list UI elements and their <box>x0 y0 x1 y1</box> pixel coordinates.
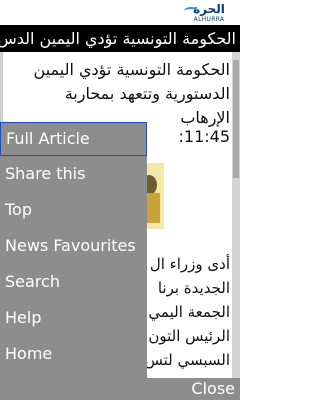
article-time: :11:45 <box>178 127 231 146</box>
logo-swoosh-icon <box>184 7 198 15</box>
brand-english-name: ALHURRA <box>193 16 225 23</box>
close-button[interactable]: Close <box>191 378 235 400</box>
options-menu: Full Article Share this Top News Favouri… <box>0 122 147 378</box>
headline-bar[interactable]: الحكومة التونسية تؤدي اليمين الدس <box>0 25 240 52</box>
flag-image-icon <box>146 193 160 223</box>
menu-item-search[interactable]: Search <box>0 266 147 300</box>
headline-text: الحكومة التونسية تؤدي اليمين الدس <box>0 29 236 48</box>
article-title: الحكومة التونسية تؤدي اليمين الدستورية و… <box>33 60 230 127</box>
menu-item-full-article[interactable]: Full Article <box>0 122 147 156</box>
scrollbar-thumb[interactable] <box>233 60 239 178</box>
bottom-softkey-bar: Close <box>0 378 240 400</box>
menu-item-news-favourites[interactable]: News Favourites <box>0 230 147 264</box>
menu-item-help[interactable]: Help <box>0 302 147 336</box>
menu-item-top[interactable]: Top <box>0 194 147 228</box>
alhurra-logo: الحرة ALHURRA <box>182 2 236 24</box>
menu-item-share-this[interactable]: Share this <box>0 158 147 192</box>
top-strip: الحرة ALHURRA <box>0 0 240 25</box>
menu-item-home[interactable]: Home <box>0 338 147 372</box>
